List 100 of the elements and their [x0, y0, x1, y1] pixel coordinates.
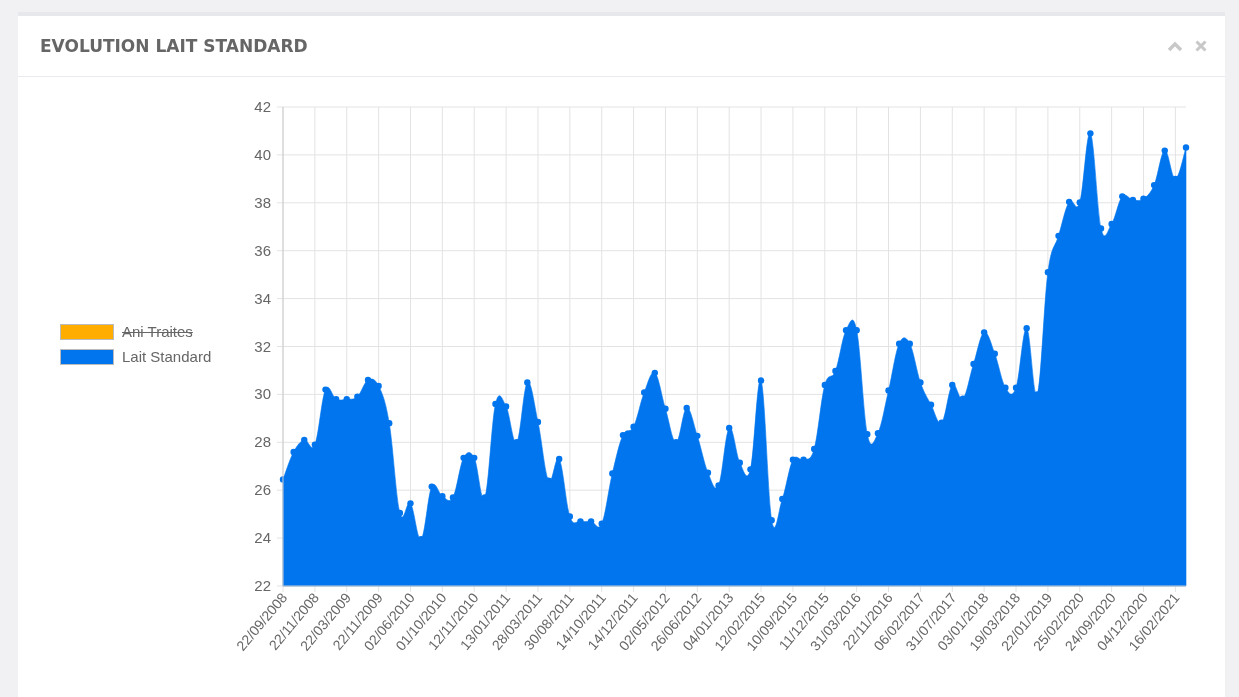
panel-title: EVOLUTION LAIT STANDARD	[40, 36, 308, 56]
data-point	[492, 400, 499, 408]
data-point	[991, 350, 998, 357]
data-point	[513, 439, 520, 446]
data-point	[630, 423, 637, 430]
data-point	[980, 329, 988, 336]
data-point	[481, 494, 489, 501]
data-point	[587, 518, 595, 525]
data-point	[821, 381, 828, 389]
data-point	[428, 483, 435, 490]
y-tick-label: 42	[254, 98, 271, 115]
data-point	[290, 448, 297, 456]
data-point	[704, 469, 712, 476]
data-point	[927, 401, 935, 408]
legend-label[interactable]: Lait Standard	[122, 348, 212, 365]
close-icon	[1195, 40, 1207, 52]
data-point	[460, 454, 467, 462]
legend-swatch[interactable]	[60, 348, 114, 365]
data-point	[842, 327, 850, 334]
data-point	[322, 386, 329, 393]
data-point	[736, 459, 743, 466]
data-point	[1044, 269, 1052, 276]
data-point	[439, 493, 446, 500]
data-point	[747, 466, 754, 473]
data-point	[800, 456, 807, 463]
y-tick-label: 26	[254, 481, 271, 499]
data-point	[779, 495, 786, 503]
data-point	[726, 424, 733, 432]
data-point	[609, 470, 616, 477]
data-point	[556, 455, 563, 463]
data-point	[502, 403, 510, 410]
data-point	[832, 367, 839, 375]
y-tick-label: 24	[254, 529, 271, 547]
data-point	[895, 340, 903, 347]
data-point	[407, 500, 414, 507]
legend-swatch[interactable]	[60, 323, 114, 340]
collapse-button[interactable]	[1167, 40, 1183, 52]
y-tick-label: 32	[254, 337, 271, 355]
data-point	[1129, 196, 1137, 204]
data-point	[1182, 144, 1190, 151]
data-point	[1108, 220, 1115, 228]
data-point	[641, 389, 648, 396]
data-point	[938, 419, 945, 426]
data-point	[332, 396, 340, 403]
data-point	[949, 381, 956, 389]
data-point	[545, 477, 552, 484]
data-point	[279, 476, 287, 483]
data-point	[386, 419, 393, 427]
data-point	[715, 482, 722, 489]
data-point	[906, 340, 913, 347]
y-tick-label: 22	[254, 577, 271, 594]
data-point	[853, 327, 860, 334]
data-point	[354, 393, 361, 400]
data-point	[874, 430, 882, 437]
data-point	[1140, 195, 1147, 202]
y-tick-label: 36	[254, 241, 271, 259]
y-tick-label: 34	[254, 289, 271, 307]
data-point	[301, 436, 308, 444]
data-point	[1034, 391, 1041, 398]
data-point	[311, 441, 319, 448]
data-point	[1150, 181, 1158, 189]
data-point	[598, 520, 605, 527]
data-point	[364, 376, 372, 384]
data-point	[662, 405, 669, 412]
data-point	[917, 379, 924, 386]
data-point	[757, 377, 765, 384]
data-point	[885, 387, 892, 394]
y-tick-label: 40	[254, 145, 271, 163]
data-point	[1055, 232, 1062, 240]
data-point	[1012, 384, 1020, 391]
data-point	[811, 445, 818, 453]
data-point	[1002, 384, 1009, 391]
data-point	[864, 430, 871, 438]
data-point	[1065, 198, 1073, 206]
chevron-up-icon	[1167, 40, 1183, 52]
data-point	[683, 404, 690, 412]
data-point	[534, 418, 542, 426]
data-point	[619, 431, 627, 439]
data-point	[768, 516, 775, 524]
data-point	[970, 360, 977, 368]
legend-label[interactable]: Ani Traites	[122, 323, 193, 340]
data-point	[417, 536, 425, 543]
data-point	[396, 509, 404, 517]
data-point	[471, 454, 478, 462]
data-point	[343, 396, 350, 403]
data-point	[1076, 199, 1083, 206]
data-point	[375, 382, 382, 390]
data-point	[449, 494, 457, 501]
data-point	[1087, 130, 1094, 137]
data-point	[1097, 225, 1105, 232]
data-point	[651, 369, 658, 377]
data-point	[577, 518, 584, 525]
data-point	[672, 439, 680, 446]
data-point	[789, 456, 797, 463]
data-point	[524, 379, 531, 386]
close-button[interactable]	[1195, 40, 1207, 52]
data-point	[1119, 193, 1126, 200]
y-tick-label: 38	[254, 193, 271, 211]
y-tick-label: 28	[254, 433, 271, 451]
data-point	[959, 395, 967, 402]
